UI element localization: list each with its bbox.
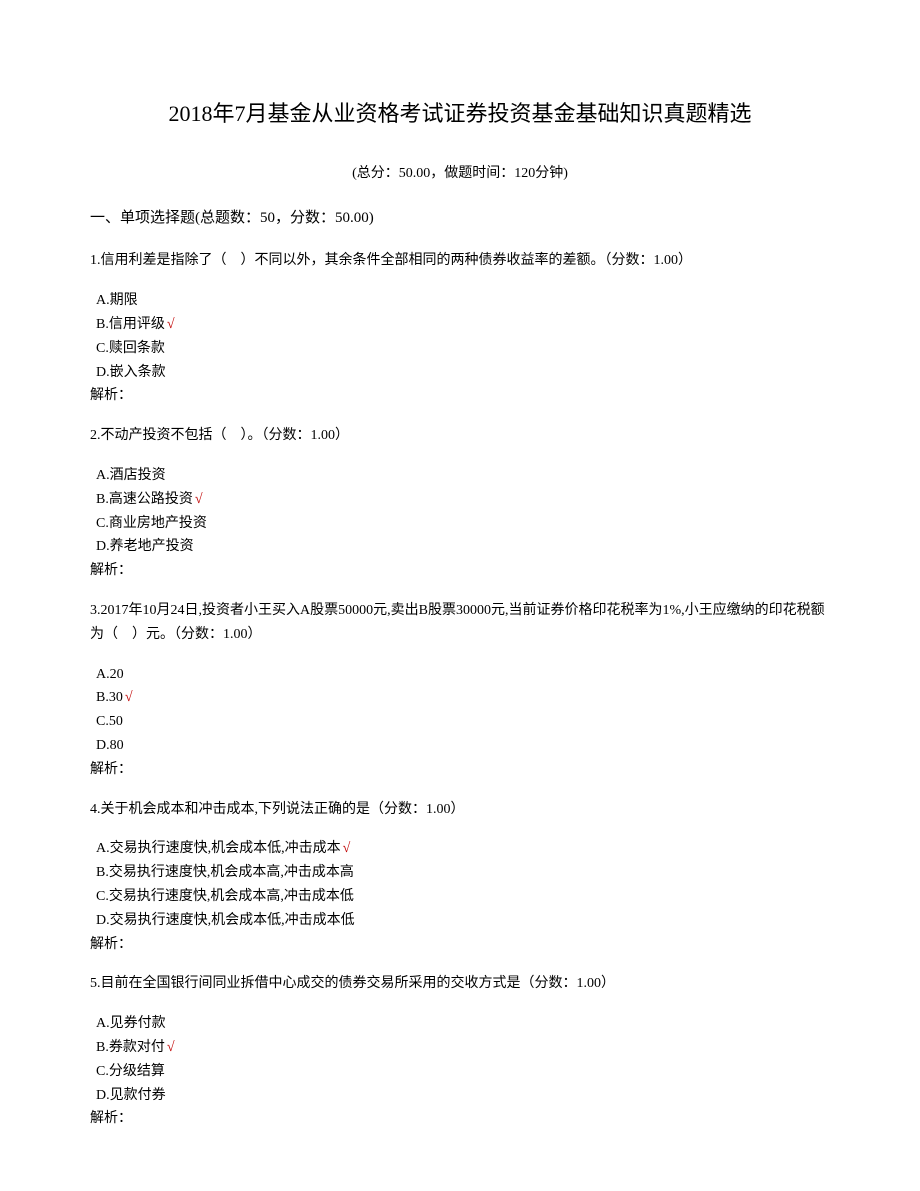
question-text: 4.关于机会成本和冲击成本,下列说法正确的是（分数：1.00） [90,798,830,822]
analysis-label: 解析： [90,1107,830,1131]
option: C.商业房地产投资 [96,512,830,536]
option: A.20 [96,663,830,687]
option: A.期限 [96,289,830,313]
question: 2.不动产投资不包括（ ）。（分数：1.00） A.酒店投资 B.高速公路投资√ C.… [90,424,830,583]
option-label: A.酒店投资 [96,468,166,483]
options-list: A.见券付款B.券款对付√C.分级结算D.见款付券 [90,1012,830,1107]
analysis-label: 解析： [90,758,830,782]
option: C.交易执行速度快,机会成本高,冲击成本低 [96,885,830,909]
option: D.见款付券 [96,1084,830,1108]
options-list: A.酒店投资 B.高速公路投资√ C.商业房地产投资 D.养老地产投资 [90,464,830,559]
option-label: D.养老地产投资 [96,539,194,554]
option-label: D.80 [96,738,124,753]
question-text: 1.信用利差是指除了（ ）不同以外，其余条件全部相同的两种债券收益率的差额。（分… [90,249,830,273]
option: C.50 [96,710,830,734]
option: A.酒店投资 [96,464,830,488]
question: 5.目前在全国银行间同业拆借中心成交的债券交易所采用的交收方式是（分数：1.00… [90,972,830,1131]
option-label: A.交易执行速度快,机会成本低,冲击成本 [96,841,341,856]
option-label: A.期限 [96,293,138,308]
option-label: D.见款付券 [96,1088,166,1103]
option: C.分级结算 [96,1060,830,1084]
options-list: A.20B.30√C.50D.80 [90,663,830,758]
option: B.高速公路投资√ [96,488,830,512]
analysis-label: 解析： [90,933,830,957]
option-label: C.商业房地产投资 [96,516,207,531]
option-label: B.交易执行速度快,机会成本高,冲击成本高 [96,865,354,880]
option: B.交易执行速度快,机会成本高,冲击成本高 [96,861,830,885]
option: D.嵌入条款 [96,361,830,385]
option: D.80 [96,734,830,758]
question-text: 3.2017年10月24日,投资者小王买入A股票50000元,卖出B股票3000… [90,599,830,647]
option-label: B.高速公路投资 [96,492,193,507]
question: 3.2017年10月24日,投资者小王买入A股票50000元,卖出B股票3000… [90,599,830,782]
page-subtitle: (总分：50.00，做题时间：120分钟) [90,162,830,186]
options-list: A.期限B.信用评级√C.赎回条款D.嵌入条款 [90,289,830,384]
option-label: C.交易执行速度快,机会成本高,冲击成本低 [96,889,354,904]
option-label: C.赎回条款 [96,341,165,356]
analysis-label: 解析： [90,384,830,408]
option: B.券款对付√ [96,1036,830,1060]
option: D.交易执行速度快,机会成本低,冲击成本低 [96,909,830,933]
option-label: C.50 [96,714,123,729]
option: A.交易执行速度快,机会成本低,冲击成本√ [96,837,830,861]
option-label: B.信用评级 [96,317,165,332]
analysis-label: 解析： [90,559,830,583]
question: 4.关于机会成本和冲击成本,下列说法正确的是（分数：1.00） A.交易执行速度快… [90,798,830,957]
option-label: B.30 [96,690,123,705]
question: 1.信用利差是指除了（ ）不同以外，其余条件全部相同的两种债券收益率的差额。（分… [90,249,830,408]
page-title: 2018年7月基金从业资格考试证券投资基金基础知识真题精选 [90,95,830,132]
checkmark-icon: √ [167,1040,175,1055]
option-label: C.分级结算 [96,1064,165,1079]
question-text: 5.目前在全国银行间同业拆借中心成交的债券交易所采用的交收方式是（分数：1.00… [90,972,830,996]
checkmark-icon: √ [125,690,133,705]
checkmark-icon: √ [195,492,203,507]
option-label: B.券款对付 [96,1040,165,1055]
option-label: A.见券付款 [96,1016,166,1031]
questions-container: 1.信用利差是指除了（ ）不同以外，其余条件全部相同的两种债券收益率的差额。（分… [90,249,830,1131]
question-text: 2.不动产投资不包括（ ）。（分数：1.00） [90,424,830,448]
option: D.养老地产投资 [96,535,830,559]
checkmark-icon: √ [343,841,351,856]
section-header: 一、单项选择题(总题数：50，分数：50.00) [90,206,830,232]
option-label: D.交易执行速度快,机会成本低,冲击成本低 [96,913,355,928]
option-label: A.20 [96,667,124,682]
option-label: D.嵌入条款 [96,365,166,380]
option: B.信用评级√ [96,313,830,337]
option: B.30√ [96,686,830,710]
checkmark-icon: √ [167,317,175,332]
option: C.赎回条款 [96,337,830,361]
options-list: A.交易执行速度快,机会成本低,冲击成本√ B.交易执行速度快,机会成本高,冲击成… [90,837,830,932]
option: A.见券付款 [96,1012,830,1036]
